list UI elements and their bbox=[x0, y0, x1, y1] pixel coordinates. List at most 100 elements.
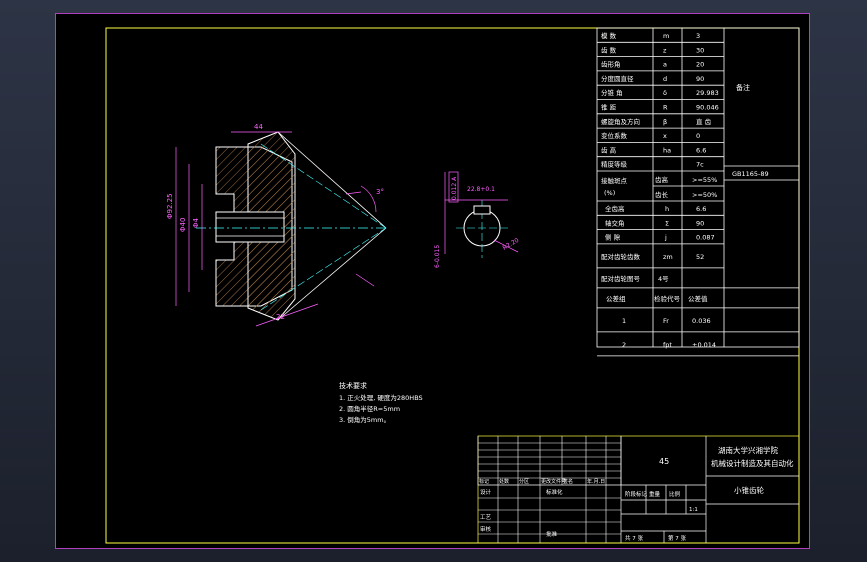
scale-label: 比例 bbox=[669, 490, 681, 498]
mating-count-value: 52 bbox=[696, 253, 704, 261]
standard-code: GB1165-89 bbox=[732, 170, 769, 178]
dim-angle: 3° bbox=[376, 188, 384, 196]
param-value: 3 bbox=[696, 32, 700, 40]
design-label: 设计 bbox=[480, 488, 492, 496]
param-value: 直 齿 bbox=[696, 117, 712, 126]
weight-label: 重量 bbox=[649, 490, 661, 498]
tolerance-group: 1 bbox=[622, 317, 626, 325]
contact-height-value: >=55% bbox=[692, 176, 717, 184]
dim-inner-diameter: Φ4 bbox=[192, 217, 200, 228]
tolerance-code: Fr bbox=[663, 317, 669, 325]
param-name: 分锥 角 bbox=[601, 88, 623, 97]
gear-section-view: Φ92.25 Φ40 Φ4 44 22 3° bbox=[166, 123, 387, 327]
param-name: 锥 距 bbox=[601, 103, 617, 112]
material: 45 bbox=[659, 457, 669, 466]
param-value: 30 bbox=[696, 46, 704, 54]
dim-key-label: 22.8+0.1 bbox=[467, 186, 495, 193]
stage-label: 阶段标记 bbox=[625, 490, 648, 498]
param-name: 精度等级 bbox=[601, 160, 628, 169]
param-value: 0 bbox=[696, 132, 700, 140]
tech-req-line-3: 3. 倒角为5mm。 bbox=[339, 415, 390, 424]
school-name: 湖南大学兴湘学院 bbox=[718, 445, 778, 455]
tech-req-line-1: 1. 正火处理, 硬度为280HBS bbox=[339, 393, 423, 402]
mating-number-value: 4号 bbox=[658, 275, 669, 283]
cad-viewport: 模 数m3齿 数 z 30 齿形角 a 20 分度圆直径 d 90 分锥 角 δ 29.983 锥 距R… bbox=[0, 0, 867, 562]
tech-req-line-2: 2. 圆角半径R=5mm bbox=[339, 404, 400, 413]
param-symbol: j bbox=[664, 234, 667, 242]
param-symbol: h bbox=[665, 205, 669, 213]
param-symbol: z bbox=[663, 46, 667, 54]
mating-count-label: 配对齿轮齿数 bbox=[601, 252, 641, 261]
scale-value: 1:1 bbox=[689, 507, 698, 513]
title-block-grid: 标记 处数 分区 更改文件号签名 年.月.日设计工艺审核标准化批准 bbox=[477, 436, 622, 543]
contact-height-label: 齿高 bbox=[655, 175, 669, 184]
param-symbol: β bbox=[663, 118, 667, 126]
tolerance-group-header: 公差组 bbox=[606, 294, 626, 303]
param-name: 齿 数 bbox=[601, 45, 617, 54]
param-value: 29.983 bbox=[696, 89, 719, 97]
contact-label: 接触斑点 bbox=[601, 176, 628, 185]
mating-number-label: 配对齿轮图号 bbox=[601, 274, 641, 283]
param-symbol: x bbox=[663, 132, 667, 140]
part-name: 小锥齿轮 bbox=[734, 485, 764, 495]
dim-bottom-width: 22 bbox=[276, 313, 285, 321]
param-symbol: Σ bbox=[665, 219, 669, 227]
drawing-sheet[interactable]: 模 数m3齿 数 z 30 齿形角 a 20 分度圆直径 d 90 分锥 角 δ 29.983 锥 距R… bbox=[55, 13, 810, 549]
tolerance-code-header: 检验代号 bbox=[654, 294, 681, 303]
param-symbol: R bbox=[663, 104, 668, 112]
param-name: 螺旋角及方向 bbox=[601, 117, 640, 126]
contact-unit: (%) bbox=[604, 189, 615, 197]
param-value: 90.046 bbox=[696, 104, 719, 112]
param-value: 90 bbox=[696, 219, 704, 227]
tech-req-title: 技术要求 bbox=[339, 381, 367, 390]
dim-tolerance-frame: 0.012 A bbox=[451, 176, 458, 200]
dim-mid-diameter: Φ40 bbox=[179, 218, 187, 232]
param-name: 全齿高 bbox=[605, 204, 625, 213]
dim-key-bottom: 6-0.015 bbox=[434, 245, 441, 268]
remark-label: 备注 bbox=[736, 83, 750, 92]
drawing-canvas: 模 数 m 3齿 数 z 30齿形角 a 20分度圆直径 d 90分锥 角 δ 29.983锥 距R… bbox=[105, 27, 800, 544]
param-value: 20 bbox=[696, 61, 704, 69]
param-symbol: δ bbox=[663, 89, 667, 97]
tolerance-value-header: 公差值 bbox=[688, 294, 708, 303]
param-value: 7c bbox=[696, 161, 704, 169]
param-value: 90 bbox=[696, 75, 704, 83]
revision-label: 标记 bbox=[479, 478, 489, 485]
param-symbol: a bbox=[663, 61, 667, 69]
tolerance-group: 2 bbox=[622, 341, 626, 349]
param-value: 6.6 bbox=[696, 146, 706, 154]
param-value: 6.6 bbox=[696, 205, 706, 213]
param-symbol: d bbox=[663, 75, 667, 83]
dim-outer-diameter: Φ92.25 bbox=[166, 193, 174, 219]
param-name: 齿 高 bbox=[601, 145, 617, 154]
mating-count-symbol: zm bbox=[663, 253, 673, 261]
check-label: 审核 bbox=[480, 525, 492, 533]
standardize-label: 标准化 bbox=[546, 488, 563, 496]
tolerance-value: ±0.014 bbox=[692, 341, 716, 349]
sheet-number: 第 7 张 bbox=[668, 534, 686, 542]
tolerance-code: fpt bbox=[663, 341, 672, 349]
param-name: 分度圆直径 bbox=[601, 74, 634, 83]
param-name: 变位系数 bbox=[601, 131, 628, 140]
param-name: 齿形角 bbox=[601, 60, 621, 69]
param-name: 侧 隙 bbox=[605, 233, 621, 242]
tolerance-value: 0.036 bbox=[692, 317, 711, 325]
param-name: 轴交角 bbox=[605, 218, 625, 227]
keyway-view: 0.012 A 22.8+0.1 R2.20 6-0.015 bbox=[434, 171, 521, 268]
contact-length-value: >=50% bbox=[692, 191, 717, 199]
process-label: 工艺 bbox=[480, 514, 492, 521]
technical-requirements: 技术要求 1. 正火处理, 硬度为280HBS 2. 圆角半径R=5mm 3. … bbox=[339, 381, 423, 424]
school-major: 机械设计制造及其自动化 bbox=[711, 458, 794, 468]
param-value: 0.087 bbox=[696, 234, 715, 242]
parameter-rows: 模 数 m 3齿 数 z 30齿形角 a 20分度圆直径 d 90分锥 角 δ 29.983锥 距R… bbox=[597, 31, 799, 357]
bore bbox=[215, 211, 285, 243]
revision-label: 分区 bbox=[519, 478, 529, 485]
contact-length-label: 齿长 bbox=[655, 190, 669, 199]
sheet-count: 共 7 张 bbox=[625, 534, 643, 542]
dim-top-width: 44 bbox=[254, 123, 263, 131]
revision-label: 签名 bbox=[563, 478, 573, 485]
revision-label: 处数 bbox=[499, 478, 509, 485]
dim-radius: R2.20 bbox=[502, 237, 521, 252]
param-symbol: m bbox=[663, 32, 669, 40]
param-symbol: ha bbox=[663, 146, 671, 154]
